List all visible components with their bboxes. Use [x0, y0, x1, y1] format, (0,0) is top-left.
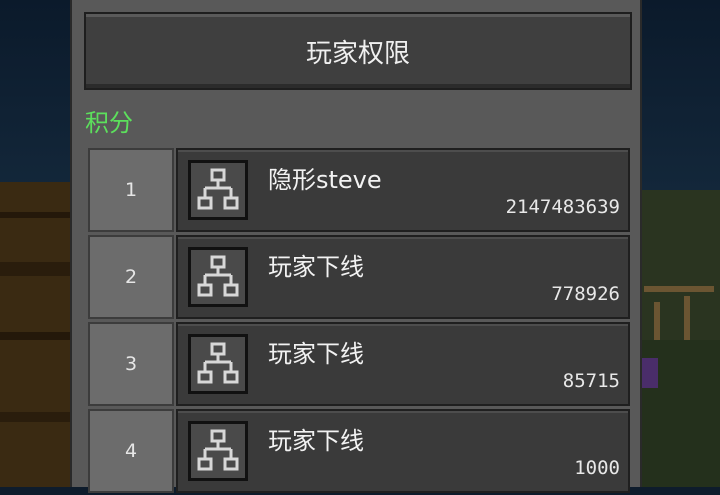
wooden-blocks-left: [0, 182, 80, 487]
scoreboard-row: 1 隐形steve 2147483639: [88, 148, 632, 234]
scoreboard-title: 积分: [85, 109, 133, 137]
player-name: 隐形steve: [268, 166, 382, 194]
network-icon: [188, 421, 248, 481]
rank-number: 2: [124, 266, 138, 288]
fence-and-grass-right: [630, 190, 720, 487]
player-score: 2147483639: [505, 196, 620, 218]
player-name: 玩家下线: [268, 427, 364, 455]
player-entry[interactable]: 玩家下线 1000: [176, 409, 630, 493]
player-entry[interactable]: 玩家下线 85715: [176, 322, 630, 406]
scoreboard-row: 4 玩家下线 1000: [88, 409, 632, 495]
rank-number: 4: [124, 440, 138, 462]
network-icon: [188, 247, 248, 307]
player-name: 玩家下线: [268, 340, 364, 368]
player-name: 玩家下线: [268, 253, 364, 281]
rank-cell: 4: [88, 409, 174, 493]
rank-number: 1: [124, 179, 138, 201]
player-permissions-button[interactable]: 玩家权限: [84, 12, 632, 90]
player-score: 778926: [551, 283, 620, 305]
rank-cell: 2: [88, 235, 174, 319]
player-entry[interactable]: 隐形steve 2147483639: [176, 148, 630, 232]
network-icon: [188, 334, 248, 394]
scoreboard-row: 3 玩家下线 85715: [88, 322, 632, 408]
player-score: 1000: [574, 457, 620, 479]
rank-number: 3: [124, 353, 138, 375]
rank-cell: 1: [88, 148, 174, 232]
player-score: 85715: [562, 370, 620, 392]
scoreboard-row: 2 玩家下线 778926: [88, 235, 632, 321]
network-icon: [188, 160, 248, 220]
player-permissions-label: 玩家权限: [305, 38, 410, 69]
rank-cell: 3: [88, 322, 174, 406]
scoreboard-panel: 玩家权限 积分 1 隐形steve 2147483639 2 玩家下线 7789…: [70, 0, 642, 493]
player-entry[interactable]: 玩家下线 778926: [176, 235, 630, 319]
